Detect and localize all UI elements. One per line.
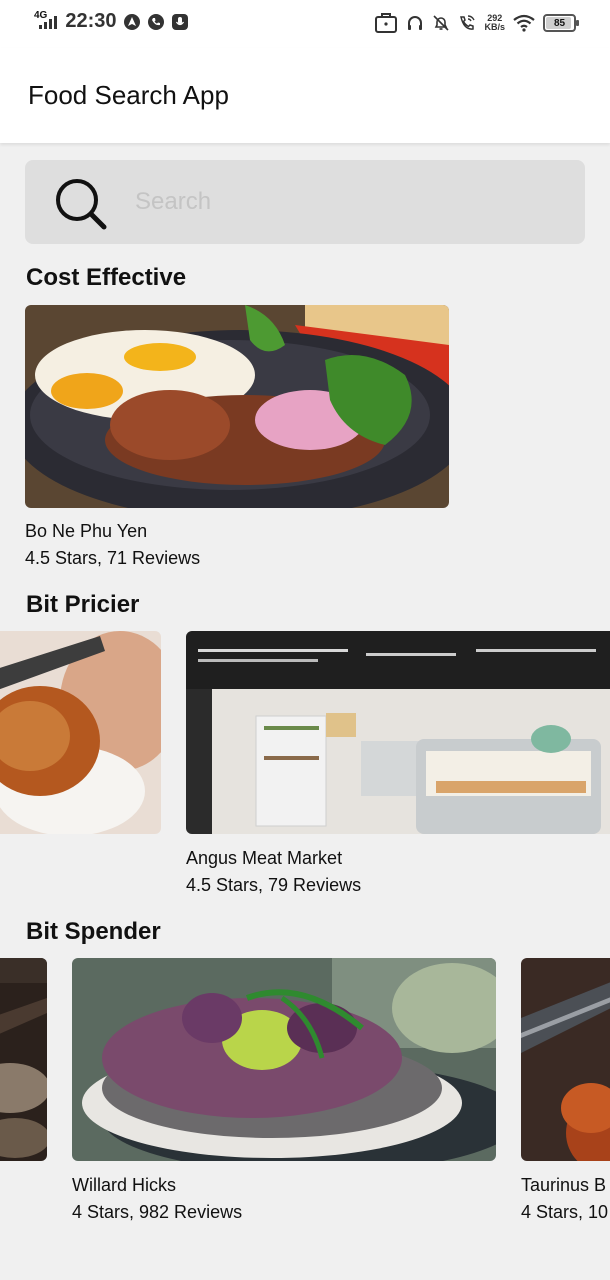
network-speed-unit: KB/s [484, 22, 505, 32]
restaurant-image[interactable] [186, 631, 610, 834]
restaurant-image[interactable] [0, 958, 47, 1161]
restaurant-rating: 4 Stars, 982 Reviews [72, 1202, 243, 1222]
mic-icon [171, 13, 188, 30]
section-title-cost-effective: Cost Effective [26, 264, 187, 291]
restaurant-card[interactable]: Bo Ne Phu Yen 4.5 Stars, 71 Reviews [25, 305, 449, 570]
restaurant-card[interactable]: Taurinus B 4 Stars, 10 [521, 958, 610, 1223]
nav-arrow-icon [123, 13, 140, 30]
network-type: 4G [34, 10, 48, 21]
section-title-bit-pricier: Bit Pricier [26, 591, 140, 618]
briefcase-icon [375, 13, 398, 33]
restaurant-rating: 4.5 Stars, 79 Reviews [186, 875, 362, 895]
mute-bell-icon [433, 15, 450, 31]
restaurant-name: Bo Ne Phu Yen [25, 521, 148, 541]
battery-icon: 85 [543, 14, 579, 32]
battery-level: 85 [553, 17, 566, 29]
app-title: Food Search App [28, 80, 229, 110]
status-right: 292 KB/s 85 [374, 12, 579, 34]
restaurant-card[interactable]: Willard Hicks 4 Stars, 982 Reviews [72, 958, 496, 1223]
restaurant-card[interactable] [0, 958, 47, 1161]
restaurant-name: Taurinus B [521, 1175, 607, 1195]
clock: 22:30 [65, 10, 117, 32]
restaurant-image[interactable] [0, 631, 161, 834]
restaurant-card[interactable]: Angus Meat Market 4.5 Stars, 79 Reviews [186, 631, 610, 896]
restaurant-card[interactable] [0, 631, 161, 834]
restaurant-name: Angus Meat Market [186, 848, 343, 868]
restaurant-image[interactable] [72, 958, 496, 1161]
restaurant-rating: 4.5 Stars, 71 Reviews [25, 548, 201, 568]
search-icon[interactable] [54, 177, 108, 231]
wifi-icon [513, 14, 535, 32]
restaurant-rating: 4 Stars, 10 [521, 1202, 609, 1222]
search-input[interactable] [135, 184, 555, 220]
restaurant-image[interactable] [25, 305, 449, 508]
network-speed: 292 KB/s [484, 14, 505, 32]
section-title-bit-spender: Bit Spender [26, 918, 161, 945]
app-bar: Food Search App [0, 48, 610, 143]
wifi-call-icon [460, 15, 476, 30]
status-bar: 4G 22:30 292 KB/s 85 [0, 0, 610, 48]
restaurant-name: Willard Hicks [72, 1175, 177, 1195]
call-icon [147, 13, 164, 30]
headphones-icon [408, 16, 423, 30]
restaurant-image[interactable] [521, 958, 610, 1161]
status-left: 4G 22:30 [34, 10, 189, 33]
